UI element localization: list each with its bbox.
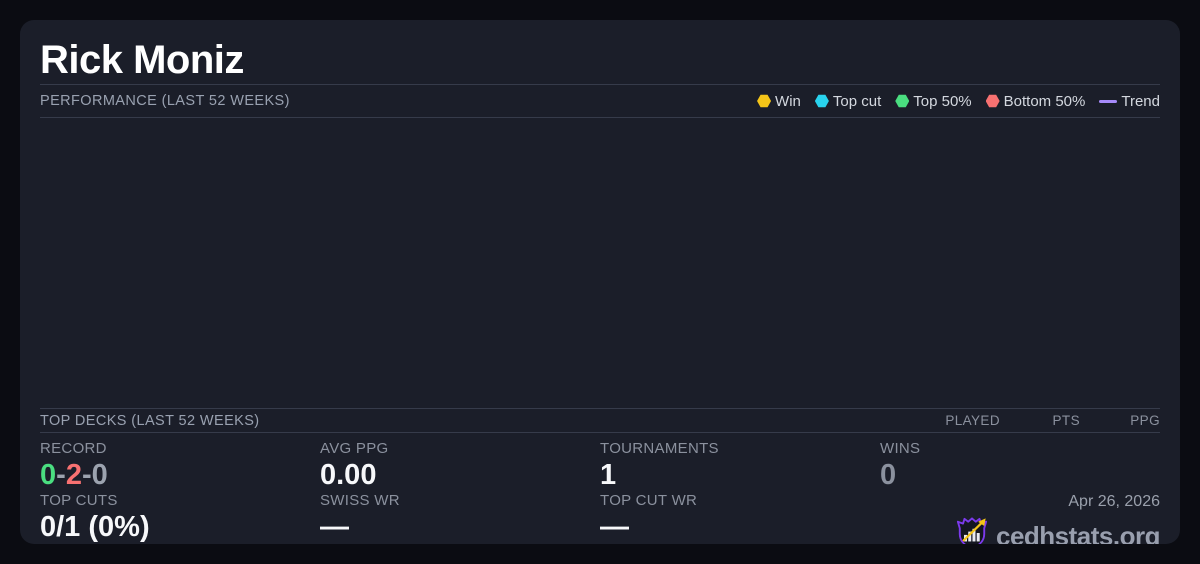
performance-header-row: PERFORMANCE (LAST 52 WEEKS) Win Top cut … bbox=[40, 85, 1160, 117]
stat-avg-ppg-value: 0.00 bbox=[320, 459, 377, 491]
legend-item-win[interactable]: Win bbox=[757, 93, 801, 110]
stat-avg-ppg-label: AVG PPG bbox=[320, 440, 389, 457]
top-decks-section-header: TOP DECKS (LAST 52 WEEKS) bbox=[40, 412, 260, 429]
top-50-marker-icon bbox=[895, 94, 910, 108]
stat-wins: WINS 0 bbox=[880, 440, 1160, 492]
cedhstats-shield-logo-icon bbox=[956, 516, 988, 544]
stat-tournaments: TOURNAMENTS 1 bbox=[600, 440, 880, 492]
performance-section-header: PERFORMANCE (LAST 52 WEEKS) bbox=[40, 93, 290, 109]
bottom-50-marker-icon bbox=[985, 94, 1000, 108]
record-separator: - bbox=[81, 459, 92, 491]
footer-branding: Apr 26, 2026 cedhstats.org bbox=[880, 492, 1161, 545]
stat-avg-ppg: AVG PPG 0.00 bbox=[320, 440, 600, 492]
site-link[interactable]: cedhstats.org bbox=[956, 516, 1161, 545]
top-decks-column-headers: PLAYED PTS PPG bbox=[920, 413, 1160, 428]
legend-label-win: Win bbox=[775, 92, 801, 110]
stat-wins-value: 0 bbox=[880, 459, 897, 491]
record-losses: 2 bbox=[65, 459, 82, 491]
stat-record-label: RECORD bbox=[40, 440, 107, 457]
legend-item-bottom-50[interactable]: Bottom 50% bbox=[985, 92, 1086, 110]
stat-tournaments-value: 1 bbox=[600, 459, 617, 491]
stat-top-cut-wr-value: — bbox=[600, 511, 629, 543]
page-title: Rick Moniz bbox=[40, 38, 244, 82]
stat-swiss-wr: SWISS WR — bbox=[320, 492, 600, 544]
stat-tournaments-label: TOURNAMENTS bbox=[600, 440, 719, 457]
record-wins: 0 bbox=[40, 459, 57, 491]
legend-item-trend[interactable]: Trend bbox=[1099, 93, 1160, 110]
stat-top-cuts-label: TOP CUTS bbox=[40, 492, 118, 509]
stats-summary: RECORD 0-2-0 AVG PPG 0.00 TOURNAMENTS 1 … bbox=[40, 433, 1161, 545]
stat-top-cut-wr: TOP CUT WR — bbox=[600, 492, 880, 544]
column-header-ppg: PPG bbox=[1130, 413, 1160, 428]
stat-record-value: 0-2-0 bbox=[40, 459, 320, 492]
legend-label-bottom-50: Bottom 50% bbox=[1003, 92, 1086, 110]
stat-wins-label: WINS bbox=[880, 440, 921, 457]
legend-label-top-50: Top 50% bbox=[913, 92, 972, 110]
chart-legend: Win Top cut Top 50% Bottom 50% Trend bbox=[757, 93, 1160, 110]
column-header-pts: PTS bbox=[1052, 413, 1080, 428]
performance-chart bbox=[40, 118, 1160, 408]
legend-label-trend: Trend bbox=[1121, 92, 1160, 110]
stat-swiss-wr-label: SWISS WR bbox=[320, 492, 400, 509]
player-stats-card: Rick Moniz PERFORMANCE (LAST 52 WEEKS) W… bbox=[20, 20, 1180, 544]
stat-record: RECORD 0-2-0 bbox=[40, 440, 320, 492]
win-marker-icon bbox=[757, 94, 772, 108]
record-draws: 0 bbox=[91, 459, 108, 491]
legend-label-top-cut: Top cut bbox=[832, 92, 882, 110]
stat-swiss-wr-value: — bbox=[320, 511, 349, 543]
record-separator: - bbox=[56, 459, 66, 491]
top-cut-marker-icon bbox=[814, 94, 829, 108]
column-header-played: PLAYED bbox=[945, 413, 1000, 428]
stat-top-cut-wr-label: TOP CUT WR bbox=[600, 492, 698, 509]
site-name: cedhstats.org bbox=[996, 520, 1161, 545]
legend-item-top-cut[interactable]: Top cut bbox=[814, 92, 882, 110]
trend-line-icon bbox=[1099, 99, 1118, 103]
top-decks-header-row: TOP DECKS (LAST 52 WEEKS) PLAYED PTS PPG bbox=[40, 409, 1160, 432]
stat-top-cuts: TOP CUTS 0/1 (0%) bbox=[40, 492, 320, 544]
report-date: Apr 26, 2026 bbox=[1068, 493, 1160, 510]
legend-item-top-50[interactable]: Top 50% bbox=[895, 92, 972, 110]
stat-top-cuts-value: 0/1 (0%) bbox=[40, 511, 150, 543]
